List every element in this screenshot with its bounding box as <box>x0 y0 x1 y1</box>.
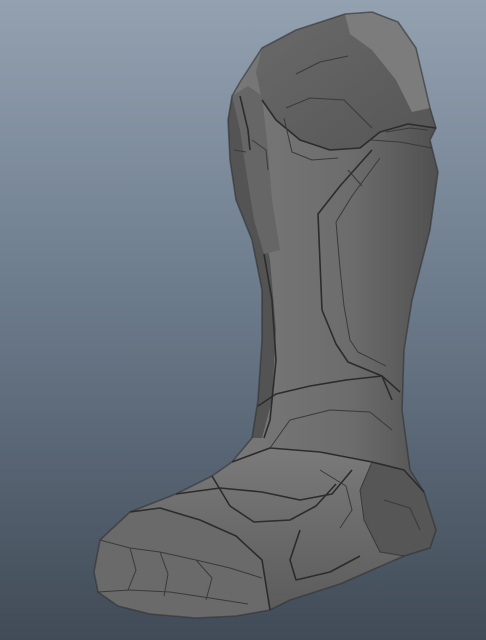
3d-viewport[interactable] <box>0 0 486 640</box>
armor-boot-model[interactable] <box>0 0 486 640</box>
